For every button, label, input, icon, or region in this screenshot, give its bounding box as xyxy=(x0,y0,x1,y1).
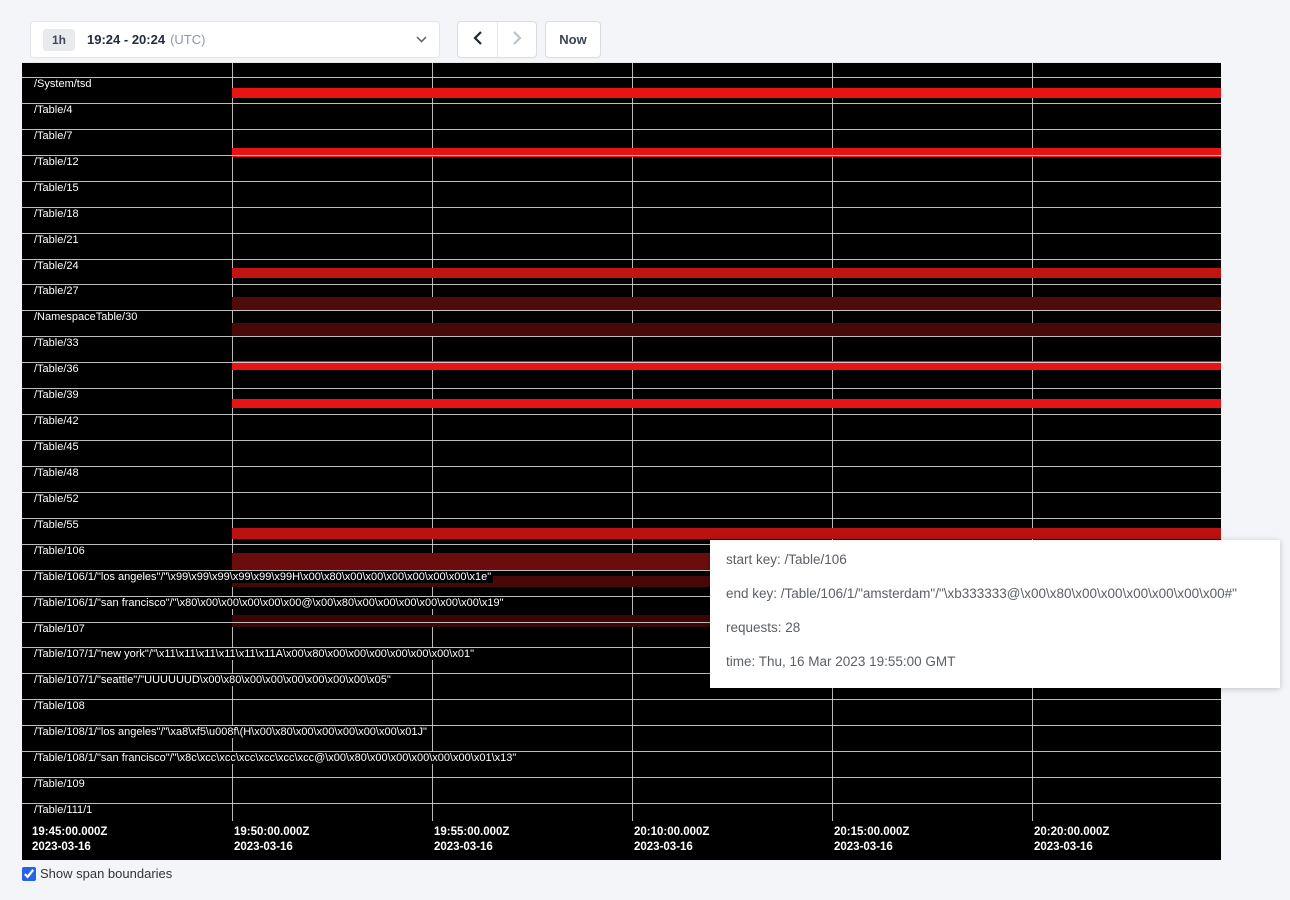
grid-line xyxy=(432,63,433,821)
span-boundary-line xyxy=(22,181,1221,182)
tooltip-start-key: start key: /Table/106 xyxy=(726,550,1264,570)
span-boundary-line xyxy=(22,699,1221,700)
next-range-button[interactable] xyxy=(497,22,536,57)
tooltip-end-key: end key: /Table/106/1/"amsterdam"/"\xb33… xyxy=(726,584,1264,604)
range-pager xyxy=(457,21,537,58)
prev-range-button[interactable] xyxy=(458,22,497,57)
heat-band xyxy=(232,528,1221,539)
chevron-down-icon xyxy=(416,36,427,43)
span-boundary-line xyxy=(22,362,1221,363)
row-label: /Table/109 xyxy=(32,778,87,790)
span-boundary-line xyxy=(22,414,1221,415)
row-label: /Table/7 xyxy=(32,130,75,142)
x-axis-tick: 20:15:00.000Z2023-03-16 xyxy=(834,825,909,854)
row-label: /Table/107/1/"seattle"/"UUUUUUD\x00\x80\… xyxy=(32,674,393,686)
heat-band xyxy=(232,268,1221,278)
row-label: /Table/48 xyxy=(32,467,81,479)
key-visualizer-canvas[interactable]: /System/tsd/Table/4/Table/7/Table/12/Tab… xyxy=(22,62,1221,860)
row-label: /Table/27 xyxy=(32,285,81,297)
row-label: /Table/107/1/"new york"/"\x11\x11\x11\x1… xyxy=(32,648,476,660)
span-boundary-line xyxy=(22,803,1221,804)
show-span-boundaries-label: Show span boundaries xyxy=(40,866,172,881)
heat-band xyxy=(232,323,1221,336)
span-boundary-line xyxy=(22,336,1221,337)
span-boundary-line xyxy=(22,388,1221,389)
heat-band xyxy=(232,88,1221,98)
span-boundary-line xyxy=(22,77,1221,78)
row-label: /Table/108/1/"los angeles"/"\xa8\xf5\u00… xyxy=(32,726,429,738)
span-boundary-line xyxy=(22,440,1221,441)
span-boundary-line xyxy=(22,259,1221,260)
chevron-left-icon xyxy=(472,30,484,49)
grid-line xyxy=(1032,63,1033,821)
span-boundary-line xyxy=(22,310,1221,311)
range-timezone: (UTC) xyxy=(170,32,205,47)
row-label: /Table/33 xyxy=(32,337,81,349)
chevron-right-icon xyxy=(511,30,523,49)
hover-tooltip: start key: /Table/106 end key: /Table/10… xyxy=(710,540,1280,688)
grid-line xyxy=(232,63,233,821)
now-button[interactable]: Now xyxy=(545,21,601,58)
show-span-boundaries-checkbox[interactable] xyxy=(22,867,36,881)
row-label: /Table/108 xyxy=(32,700,87,712)
row-label: /Table/106/1/"san francisco"/"\x80\x00\x… xyxy=(32,597,506,609)
time-range-selector[interactable]: 1h 19:24 - 20:24 (UTC) xyxy=(30,21,440,58)
heat-band xyxy=(232,297,1221,311)
span-boundary-line xyxy=(22,777,1221,778)
heat-band xyxy=(232,399,1221,408)
span-boundary-line xyxy=(22,103,1221,104)
row-label: /Table/21 xyxy=(32,234,81,246)
row-label: /Table/39 xyxy=(32,389,81,401)
row-label: /Table/24 xyxy=(32,260,81,272)
x-axis-tick: 20:20:00.000Z2023-03-16 xyxy=(1034,825,1109,854)
x-axis-tick: 19:45:00.000Z2023-03-16 xyxy=(32,825,107,854)
row-label: /Table/42 xyxy=(32,415,81,427)
span-boundary-line xyxy=(22,466,1221,467)
row-label: /Table/15 xyxy=(32,182,81,194)
span-boundary-line xyxy=(22,492,1221,493)
row-label: /Table/106 xyxy=(32,545,87,557)
span-boundary-line xyxy=(22,155,1221,156)
row-label: /Table/36 xyxy=(32,363,81,375)
row-label: /Table/4 xyxy=(32,104,75,116)
tooltip-requests: requests: 28 xyxy=(726,618,1264,638)
span-boundary-line xyxy=(22,233,1221,234)
row-label: /NamespaceTable/30 xyxy=(32,311,139,323)
tooltip-time: time: Thu, 16 Mar 2023 19:55:00 GMT xyxy=(726,652,1264,672)
row-label: /Table/12 xyxy=(32,156,81,168)
span-boundary-line xyxy=(22,129,1221,130)
x-axis-tick: 19:50:00.000Z2023-03-16 xyxy=(234,825,309,854)
row-label: /Table/45 xyxy=(32,441,81,453)
x-axis-tick: 19:55:00.000Z2023-03-16 xyxy=(434,825,509,854)
span-boundary-line xyxy=(22,207,1221,208)
row-label: /System/tsd xyxy=(32,78,93,90)
show-span-boundaries[interactable]: Show span boundaries xyxy=(22,866,172,881)
row-label: /Table/52 xyxy=(32,493,81,505)
row-label: /Table/106/1/"los angeles"/"\x99\x99\x99… xyxy=(32,571,493,583)
row-label: /Table/108/1/"san francisco"/"\x8c\xcc\x… xyxy=(32,752,518,764)
row-label: /Table/111/1 xyxy=(32,804,94,816)
row-label: /Table/18 xyxy=(32,208,81,220)
grid-line xyxy=(832,63,833,821)
row-label: /Table/55 xyxy=(32,519,81,531)
span-boundary-line xyxy=(22,518,1221,519)
x-axis-tick: 20:10:00.000Z2023-03-16 xyxy=(634,825,709,854)
row-label: /Table/107 xyxy=(32,623,87,635)
grid-line xyxy=(632,63,633,821)
range-label: 19:24 - 20:24 xyxy=(87,32,165,47)
span-boundary-line xyxy=(22,284,1221,285)
range-duration-badge: 1h xyxy=(43,29,75,51)
